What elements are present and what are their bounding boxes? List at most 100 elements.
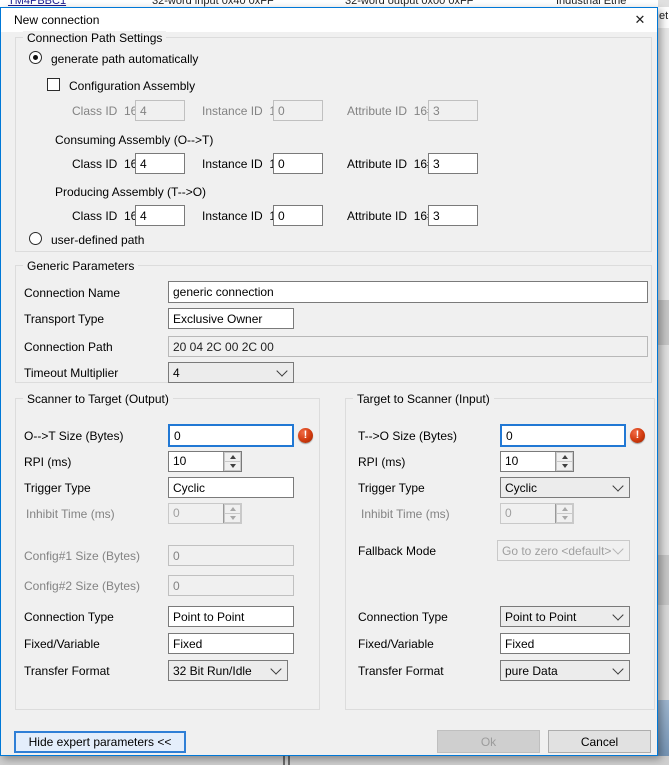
spinner-up-icon[interactable] [224,452,241,462]
background-right-strip: et [658,0,669,765]
timeout-multiplier-select[interactable]: 4 [168,362,294,383]
input-fixed-variable-field[interactable]: Fixed [500,633,630,654]
background-top-row: TM4PBBC1 32-word input 0x40 0xFF 32-word… [0,0,669,7]
dialog-title: New connection [14,13,99,27]
consuming-class-id-field[interactable]: 4 [135,153,185,174]
output-fixed-variable-field[interactable]: Fixed [168,633,294,654]
transport-type-label: Transport Type [24,312,104,326]
config1-size-label: Config#1 Size (Bytes) [24,549,140,563]
input-trigger-type-select[interactable]: Cyclic [500,477,630,498]
config-class-id-field: 4 [135,100,185,121]
config-attribute-id-label: Attribute ID 16# [347,104,434,118]
chevron-down-icon [270,663,281,674]
config2-size-label: Config#2 Size (Bytes) [24,579,140,593]
output-rpi-label: RPI (ms) [24,455,71,469]
cancel-button[interactable]: Cancel [548,730,651,753]
spinner-buttons [223,452,241,471]
input-rpi-value: 10 [501,452,555,471]
input-trigger-type-value: Cyclic [505,481,537,495]
output-transfer-format-label: Transfer Format [24,664,110,678]
config-attribute-id-field: 3 [428,100,478,121]
spinner-up-icon[interactable] [556,452,573,462]
background-right-text: et [659,10,668,22]
output-connection-type-label: Connection Type [24,610,114,624]
configuration-assembly-checkbox[interactable] [47,78,60,91]
producing-assembly-title: Producing Assembly (T-->O) [55,185,206,199]
fallback-mode-label: Fallback Mode [358,544,436,558]
spinner-buttons [223,504,241,523]
connection-name-input[interactable] [168,281,648,303]
consuming-class-id-label: Class ID 16# [72,157,144,171]
connection-name-label: Connection Name [24,286,120,300]
title-bar [1,8,657,32]
user-defined-path-radio[interactable] [29,232,42,245]
spinner-down-icon [556,514,573,523]
transport-type-field[interactable]: Exclusive Owner [168,308,294,329]
producing-class-id-field[interactable]: 4 [135,205,185,226]
output-rpi-spinner[interactable]: 10 [168,451,242,472]
background-protocol: Industrial Ethe [556,0,626,7]
chevron-down-icon [612,480,623,491]
output-fixed-variable-label: Fixed/Variable [24,637,100,651]
background-bottom-strip [0,756,669,765]
input-fixed-variable-label: Fixed/Variable [358,637,434,651]
generate-path-radio[interactable] [29,51,42,64]
consuming-attribute-id-field[interactable]: 3 [428,153,478,174]
output-transfer-format-value: 32 Bit Run/Idle [173,664,252,678]
background-output-assembly: 32-word output 0x00 0xFF [345,0,473,7]
consuming-assembly-title: Consuming Assembly (O-->T) [55,133,213,147]
input-connection-type-value: Point to Point [505,610,576,624]
producing-instance-id-field[interactable]: 0 [273,205,323,226]
fallback-mode-value: Go to zero <default> [502,544,611,558]
timeout-multiplier-value: 4 [173,366,180,380]
screen: { "background": { "top_fragments": { "f1… [0,0,669,765]
config-instance-id-field: 0 [273,100,323,121]
input-connection-type-select[interactable]: Point to Point [500,606,630,627]
hide-expert-parameters-button[interactable]: Hide expert parameters << [14,731,186,753]
target-to-scanner-legend: Target to Scanner (Input) [353,392,494,406]
spinner-up-icon [556,504,573,514]
error-icon: ! [298,428,313,443]
error-icon: ! [630,428,645,443]
radio-dot [33,55,38,60]
output-rpi-value: 10 [169,452,223,471]
config1-size-field: 0 [168,545,294,566]
output-connection-type-field[interactable]: Point to Point [168,606,294,627]
chevron-down-icon [612,543,623,554]
consuming-instance-id-field[interactable]: 0 [273,153,323,174]
output-inhibit-time-value: 0 [169,504,223,523]
input-inhibit-time-label: Inhibit Time (ms) [361,507,450,521]
generic-parameters-legend: Generic Parameters [23,259,138,273]
to-size-input[interactable] [500,424,626,447]
connection-path-settings-legend: Connection Path Settings [23,31,166,45]
connection-path-field: 20 04 2C 00 2C 00 [168,336,648,357]
close-icon[interactable]: ✕ [626,9,654,30]
input-transfer-format-label: Transfer Format [358,664,444,678]
generate-path-label: generate path automatically [51,52,198,66]
spinner-up-icon [224,504,241,514]
spinner-down-icon[interactable] [224,462,241,471]
producing-attribute-id-field[interactable]: 3 [428,205,478,226]
input-connection-type-label: Connection Type [358,610,448,624]
producing-class-id-label: Class ID 16# [72,209,144,223]
scanner-to-target-legend: Scanner to Target (Output) [23,392,173,406]
input-inhibit-time-spinner: 0 [500,503,574,524]
ok-button: Ok [437,730,540,753]
output-trigger-type-label: Trigger Type [24,481,91,495]
spinner-down-icon[interactable] [556,462,573,471]
input-rpi-spinner[interactable]: 10 [500,451,574,472]
config-class-id-label: Class ID 16# [72,104,144,118]
input-transfer-format-select[interactable]: pure Data [500,660,630,681]
ot-size-input[interactable] [168,424,294,447]
chevron-down-icon [276,365,287,376]
output-inhibit-time-label: Inhibit Time (ms) [26,507,115,521]
output-inhibit-time-spinner: 0 [168,503,242,524]
user-defined-path-label: user-defined path [51,233,144,247]
output-trigger-type-field[interactable]: Cyclic [168,477,294,498]
producing-attribute-id-label: Attribute ID 16# [347,209,434,223]
spinner-down-icon [224,514,241,523]
consuming-attribute-id-label: Attribute ID 16# [347,157,434,171]
to-size-label: T-->O Size (Bytes) [358,429,457,443]
output-transfer-format-select[interactable]: 32 Bit Run/Idle [168,660,288,681]
fallback-mode-select: Go to zero <default> [497,540,630,561]
